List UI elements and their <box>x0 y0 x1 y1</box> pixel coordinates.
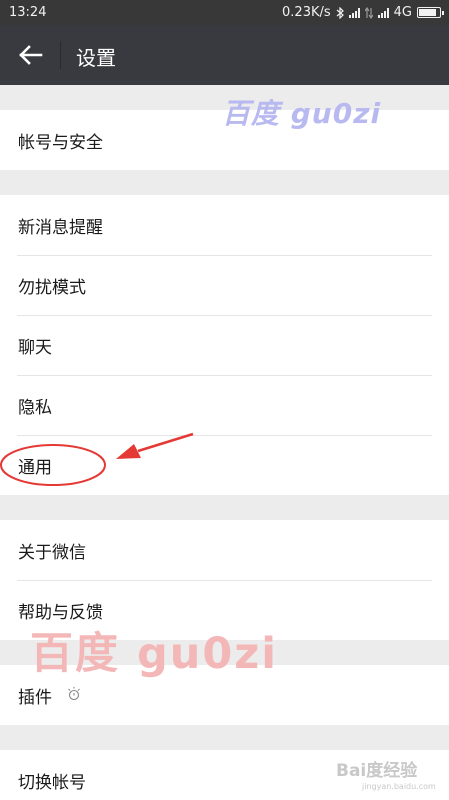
data-transfer-icon <box>364 6 373 19</box>
title-bar: 设置 <box>0 25 449 85</box>
status-time: 13:24 <box>9 5 47 20</box>
arrow-left-icon <box>19 45 43 65</box>
settings-item-about-wechat[interactable]: 关于微信 <box>0 520 449 580</box>
settings-item-do-not-disturb[interactable]: 勿扰模式 <box>0 255 449 315</box>
status-right: 0.23K/s 4G <box>282 5 444 20</box>
settings-item-label: 关于微信 <box>18 543 86 563</box>
settings-item-label: 聊天 <box>18 338 52 358</box>
settings-item-label: 隐私 <box>18 398 52 418</box>
settings-item-privacy[interactable]: 隐私 <box>0 375 449 435</box>
signal-icon <box>348 7 360 18</box>
settings-item-label: 通用 <box>18 458 52 478</box>
settings-item-new-message-alerts[interactable]: 新消息提醒 <box>0 195 449 255</box>
settings-item-label: 新消息提醒 <box>18 218 103 238</box>
status-bar: 13:24 0.23K/s 4G <box>0 0 449 25</box>
watermark-url: jingyan.baidu.com <box>362 782 436 791</box>
settings-item-chats[interactable]: 聊天 <box>0 315 449 375</box>
battery-icon <box>417 7 444 18</box>
watermark-corner: Bai度经验 <box>336 761 418 781</box>
bluetooth-icon <box>336 6 344 19</box>
settings-item-label: 帐号与安全 <box>18 133 103 153</box>
plugin-bulb-icon <box>68 687 80 701</box>
settings-item-general[interactable]: 通用 <box>0 435 449 495</box>
network-type: 4G <box>393 5 412 20</box>
page-title: 设置 <box>76 46 116 70</box>
watermark-top: 百度 gu0zi <box>222 97 382 130</box>
network-speed: 0.23K/s <box>282 5 331 20</box>
title-divider <box>60 41 61 69</box>
settings-group-main: 新消息提醒 勿扰模式 聊天 隐私 通用 <box>0 195 449 495</box>
settings-item-label: 插件 <box>18 688 52 708</box>
settings-item-label: 切换帐号 <box>18 773 86 793</box>
settings-item-label: 勿扰模式 <box>18 278 86 298</box>
watermark-bottom: 百度 gu0zi <box>30 629 279 679</box>
back-button[interactable] <box>12 37 50 73</box>
signal-icon <box>377 7 389 18</box>
